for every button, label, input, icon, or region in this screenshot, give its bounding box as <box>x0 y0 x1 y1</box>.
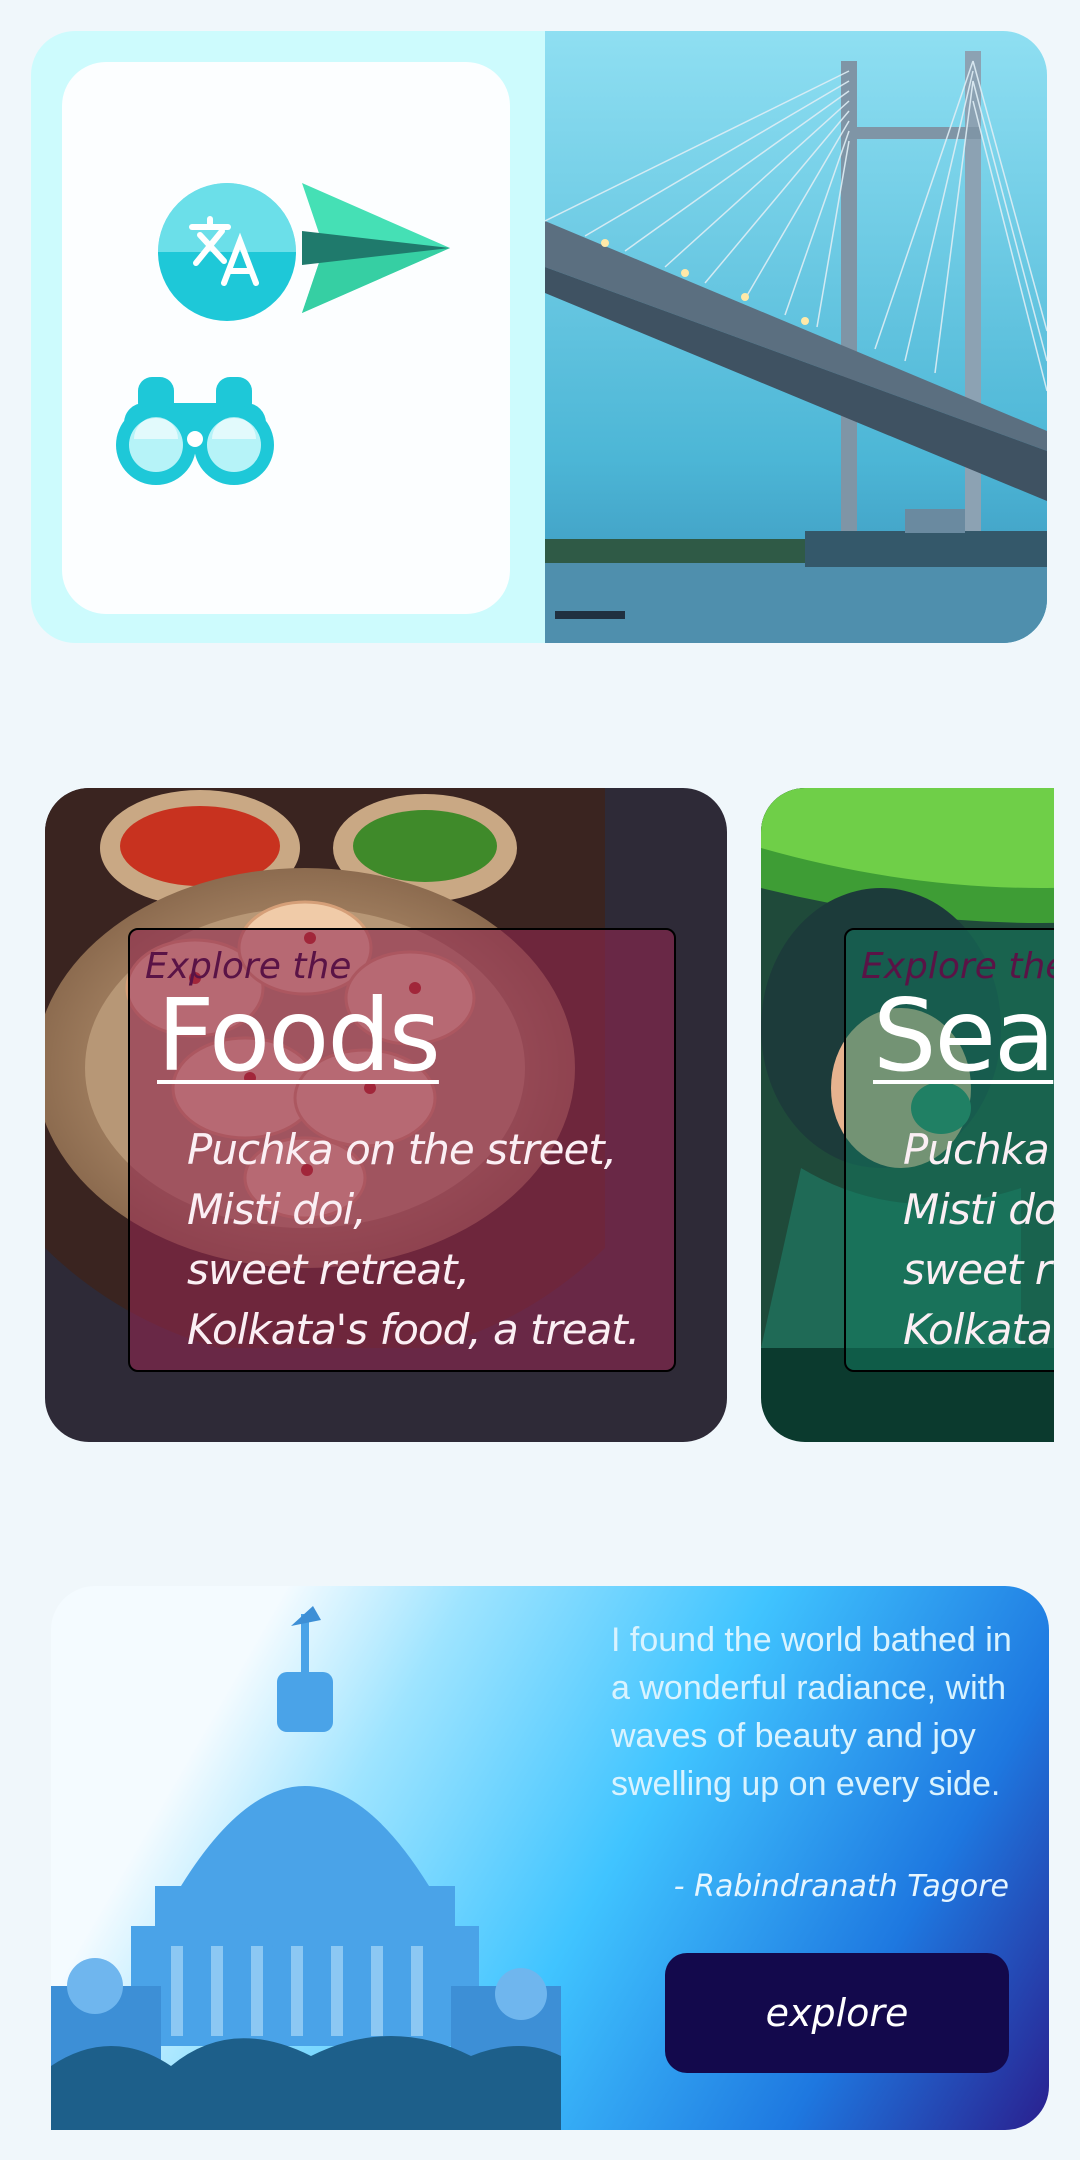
poem-line: Puchka <box>903 1125 1050 1174</box>
quote-card: I found the world bathed in a wonderful … <box>51 1586 1049 2130</box>
seas-title[interactable]: Sea <box>873 976 1054 1096</box>
victoria-memorial-image <box>51 1586 561 2130</box>
poem-line: sweet retreat, <box>187 1245 470 1294</box>
foods-poem: Puchka on the street, Misti doi, sweet r… <box>187 1120 640 1360</box>
poem-line: Misti doi, <box>187 1185 367 1234</box>
explore-carousel[interactable]: Explore the Foods Puchka on the street, … <box>0 788 1054 1444</box>
top-card <box>31 31 1047 643</box>
send-icon[interactable] <box>302 183 450 313</box>
poem-line: Misti do <box>903 1185 1054 1234</box>
icon-panel <box>62 62 510 614</box>
poem-line: Puchka on the street, <box>187 1125 617 1174</box>
explore-button[interactable]: explore <box>665 1953 1009 2073</box>
foods-title[interactable]: Foods <box>157 976 441 1096</box>
seas-poem: Puchka Misti do sweet r Kolkata <box>903 1120 1054 1360</box>
poem-line: sweet r <box>903 1245 1052 1294</box>
quote-text: I found the world bathed in a wonderful … <box>611 1621 1012 1803</box>
quote-author: - Rabindranath Tagore <box>673 1869 1009 1904</box>
foods-card[interactable]: Explore the Foods Puchka on the street, … <box>45 788 727 1442</box>
poem-line: Kolkata's food, a treat. <box>187 1305 640 1354</box>
translate-icon[interactable] <box>158 183 296 321</box>
bridge-image <box>544 31 1047 643</box>
seas-card[interactable]: Explore the Sea Puchka Misti do sweet r … <box>761 788 1054 1442</box>
binoculars-icon[interactable] <box>114 377 276 485</box>
poem-line: Kolkata <box>903 1305 1053 1354</box>
